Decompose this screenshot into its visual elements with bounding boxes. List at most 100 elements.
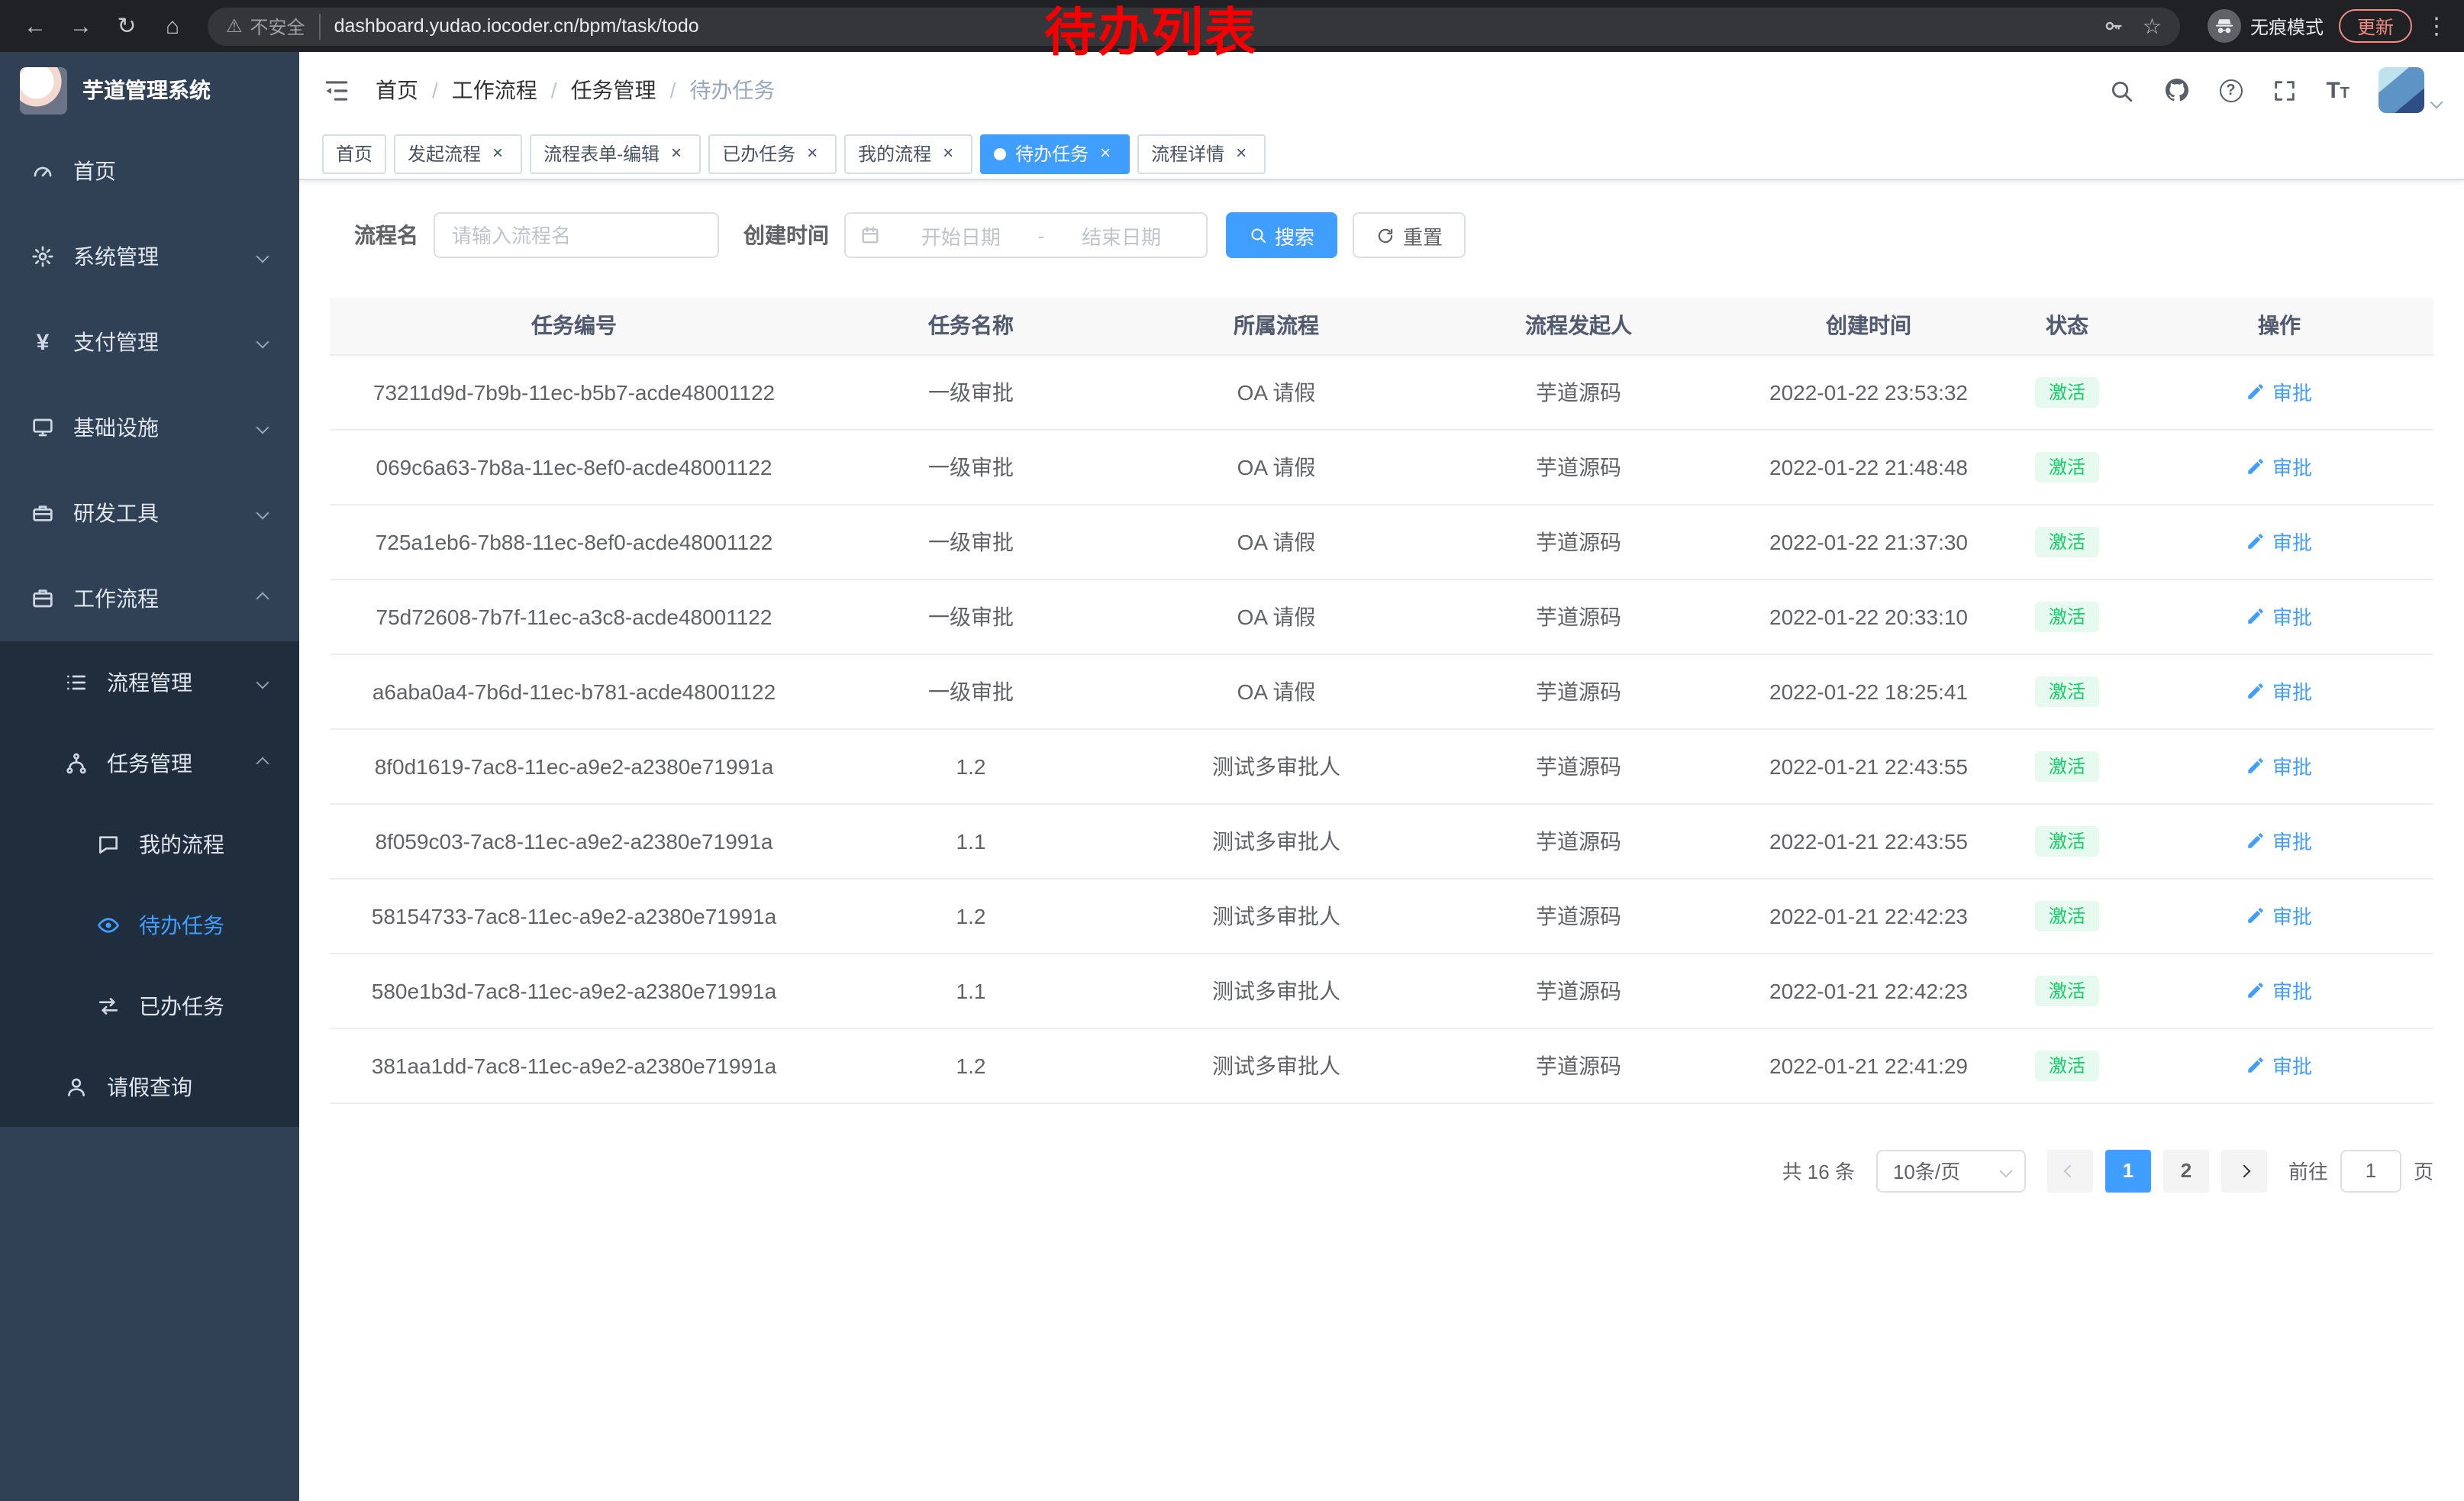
cell-task-id: 73211d9d-7b9b-11ec-b5b7-acde48001122 bbox=[330, 354, 818, 429]
date-range-picker[interactable]: 开始日期 - 结束日期 bbox=[844, 212, 1208, 258]
sidebar-item-label: 待办任务 bbox=[139, 909, 224, 940]
sidebar-item-workflow[interactable]: 工作流程 bbox=[0, 556, 299, 641]
status-badge: 激活 bbox=[2035, 526, 2099, 557]
table-row: 8f059c03-7ac8-11ec-a9e2-a2380e71991a1.1测… bbox=[330, 803, 2433, 878]
security-label[interactable]: 不安全 bbox=[250, 13, 321, 39]
approve-link[interactable]: 审批 bbox=[2246, 976, 2312, 1005]
sidebar-item-home[interactable]: 首页 bbox=[0, 128, 299, 214]
back-icon[interactable]: ← bbox=[12, 13, 58, 39]
help-icon[interactable]: ? bbox=[2219, 79, 2242, 102]
tab-my-process[interactable]: 我的流程× bbox=[844, 134, 972, 173]
sidebar-item-process-management[interactable]: 流程管理 bbox=[0, 641, 299, 722]
approve-label: 审批 bbox=[2272, 452, 2312, 481]
approve-label: 审批 bbox=[2272, 676, 2312, 705]
tab-process-detail[interactable]: 流程详情× bbox=[1137, 134, 1266, 173]
page-buttons: 12 bbox=[2105, 1149, 2209, 1192]
sidebar-item-task-management[interactable]: 任务管理 bbox=[0, 722, 299, 803]
process-name-input[interactable] bbox=[434, 212, 719, 258]
sidebar-item-label: 我的流程 bbox=[139, 828, 224, 859]
app-logo[interactable]: 芋道管理系统 bbox=[0, 52, 299, 128]
approve-link[interactable]: 审批 bbox=[2246, 527, 2312, 556]
breadcrumb-item[interactable]: 任务管理 bbox=[571, 75, 656, 105]
sidebar-item-done-task[interactable]: 已办任务 bbox=[0, 965, 299, 1046]
sidebar-item-dev-tools[interactable]: 研发工具 bbox=[0, 470, 299, 556]
approve-link[interactable]: 审批 bbox=[2246, 602, 2312, 631]
tab-todo-task[interactable]: 待办任务× bbox=[980, 134, 1130, 173]
reset-button-label: 重置 bbox=[1403, 221, 1443, 250]
approve-link[interactable]: 审批 bbox=[2246, 377, 2312, 406]
tab-home[interactable]: 首页 bbox=[322, 134, 386, 173]
sidebar-item-infrastructure[interactable]: 基础设施 bbox=[0, 385, 299, 470]
approve-link[interactable]: 审批 bbox=[2246, 452, 2312, 481]
approve-link[interactable]: 审批 bbox=[2246, 1051, 2312, 1080]
approve-link[interactable]: 审批 bbox=[2246, 751, 2312, 780]
reload-icon[interactable]: ↻ bbox=[104, 12, 150, 40]
font-size-icon[interactable]: TT bbox=[2326, 79, 2350, 102]
chevron-down-icon bbox=[256, 676, 269, 689]
cell-task-id: 8f0d1619-7ac8-11ec-a9e2-a2380e71991a bbox=[330, 728, 818, 803]
page-button-2[interactable]: 2 bbox=[2163, 1149, 2209, 1192]
edit-icon bbox=[2246, 905, 2266, 925]
table-row: 069c6a63-7b8a-11ec-8ef0-acde48001122一级审批… bbox=[330, 429, 2433, 504]
tab-done-task[interactable]: 已办任务× bbox=[708, 134, 837, 173]
tab-process-form-edit[interactable]: 流程表单-编辑× bbox=[530, 134, 701, 173]
chevron-up-icon bbox=[256, 592, 269, 605]
approve-label: 审批 bbox=[2272, 377, 2312, 406]
sidebar-item-label: 研发工具 bbox=[73, 498, 159, 528]
date-range-separator: - bbox=[1032, 224, 1051, 247]
sidebar-item-todo-task[interactable]: 待办任务 bbox=[0, 884, 299, 965]
breadcrumb: 首页/工作流程/任务管理/待办任务 bbox=[376, 75, 775, 105]
approve-link[interactable]: 审批 bbox=[2246, 901, 2312, 930]
close-icon[interactable]: × bbox=[801, 143, 823, 164]
cell-initiator: 芋道源码 bbox=[1429, 728, 1728, 803]
cell-task-name: 一级审批 bbox=[818, 429, 1124, 504]
close-icon[interactable]: × bbox=[1095, 143, 1116, 164]
reset-button[interactable]: 重置 bbox=[1353, 212, 1466, 258]
sidebar-item-my-process[interactable]: 我的流程 bbox=[0, 803, 299, 884]
close-icon[interactable]: × bbox=[937, 143, 959, 164]
sidebar-item-leave-query[interactable]: 请假查询 bbox=[0, 1046, 299, 1127]
search-button[interactable]: 搜索 bbox=[1226, 212, 1337, 258]
close-icon[interactable]: × bbox=[1230, 143, 1252, 164]
sidebar-toggle-icon[interactable] bbox=[322, 76, 351, 105]
close-icon[interactable]: × bbox=[666, 143, 687, 164]
approve-label: 审批 bbox=[2272, 527, 2312, 556]
next-page-button[interactable] bbox=[2221, 1149, 2267, 1192]
star-icon[interactable]: ☆ bbox=[2143, 13, 2162, 39]
key-icon[interactable] bbox=[2103, 15, 2124, 37]
more-menu-icon[interactable]: ⋮ bbox=[2421, 12, 2452, 40]
forward-icon[interactable]: → bbox=[58, 13, 104, 39]
user-menu[interactable] bbox=[2379, 67, 2441, 113]
column-header: 状态 bbox=[2009, 298, 2125, 354]
sidebar-item-payment-management[interactable]: ¥支付管理 bbox=[0, 299, 299, 385]
approve-label: 审批 bbox=[2272, 751, 2312, 780]
cell-task-name: 1.2 bbox=[818, 1028, 1124, 1102]
prev-page-button[interactable] bbox=[2047, 1149, 2093, 1192]
sidebar-menu: 首页系统管理¥支付管理基础设施研发工具工作流程流程管理任务管理我的流程待办任务已… bbox=[0, 128, 299, 1127]
cell-create-time: 2022-01-22 18:25:41 bbox=[1728, 654, 2009, 728]
cell-task-name: 一级审批 bbox=[818, 504, 1124, 579]
page-size-select[interactable]: 10条/页 bbox=[1876, 1149, 2026, 1192]
cell-process: 测试多审批人 bbox=[1124, 953, 1429, 1028]
update-button[interactable]: 更新 bbox=[2339, 9, 2412, 43]
search-icon[interactable] bbox=[2108, 77, 2133, 103]
goto-page-input[interactable] bbox=[2340, 1149, 2401, 1192]
home-icon[interactable]: ⌂ bbox=[150, 13, 195, 39]
approve-link[interactable]: 审批 bbox=[2246, 826, 2312, 855]
edit-icon bbox=[2246, 457, 2266, 476]
breadcrumb-item[interactable]: 首页 bbox=[376, 75, 418, 105]
breadcrumb-item[interactable]: 工作流程 bbox=[452, 75, 537, 105]
cell-task-name: 1.2 bbox=[818, 878, 1124, 953]
edit-icon bbox=[2246, 382, 2266, 402]
sidebar-item-system-management[interactable]: 系统管理 bbox=[0, 214, 299, 299]
close-icon[interactable]: × bbox=[487, 143, 508, 164]
tab-start-process[interactable]: 发起流程× bbox=[394, 134, 522, 173]
tab-label: 首页 bbox=[336, 140, 373, 166]
github-icon[interactable] bbox=[2162, 76, 2190, 104]
column-header: 任务编号 bbox=[330, 298, 818, 354]
approve-link[interactable]: 审批 bbox=[2246, 676, 2312, 705]
edit-icon bbox=[2246, 980, 2266, 1000]
fullscreen-icon[interactable] bbox=[2271, 77, 2297, 103]
page-button-1[interactable]: 1 bbox=[2105, 1149, 2151, 1192]
cell-task-name: 1.1 bbox=[818, 953, 1124, 1028]
